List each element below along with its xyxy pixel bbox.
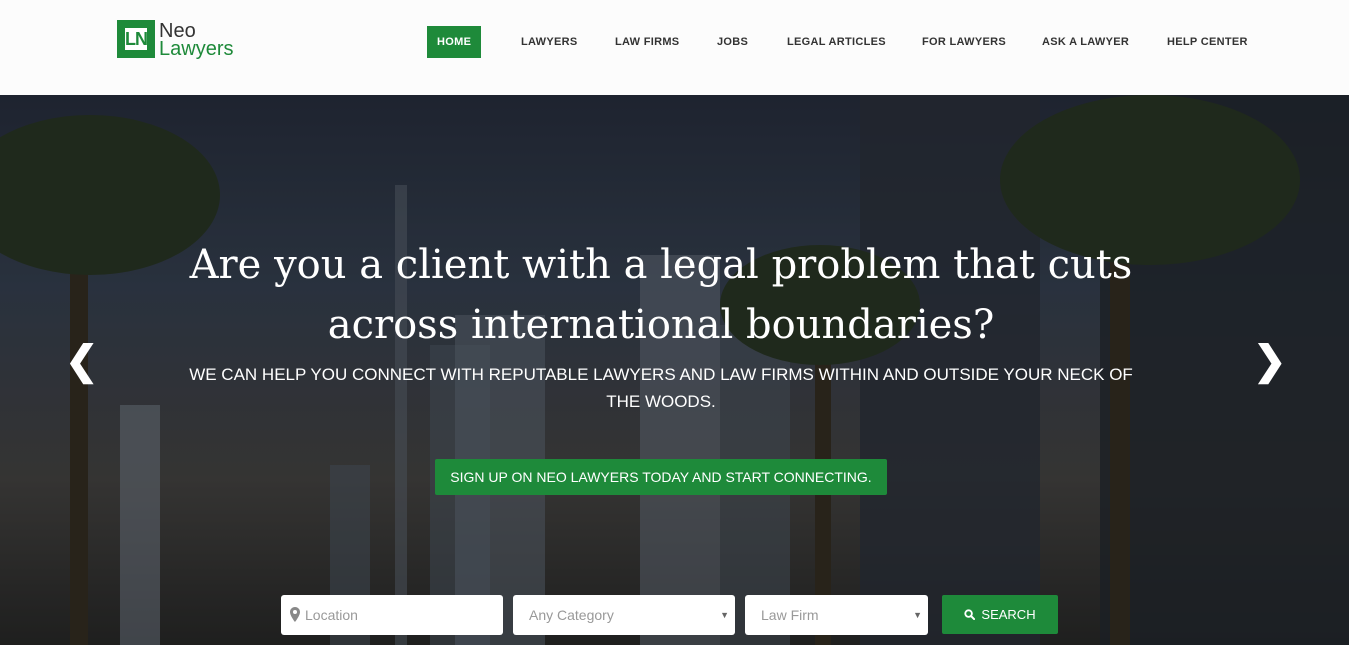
hero-subline: WE CAN HELP YOU CONNECT WITH REPUTABLE L… [189, 365, 1133, 411]
caret-down-icon: ▼ [720, 610, 729, 620]
location-input[interactable] [305, 595, 503, 635]
law-firm-select[interactable]: Law Firm ▼ [745, 595, 928, 635]
law-firm-select-value: Law Firm [761, 607, 819, 623]
nav-item-lawyers[interactable]: LAWYERS [521, 26, 578, 58]
nav-item-law-firms[interactable]: LAW FIRMS [615, 26, 679, 58]
nav-item-for-lawyers[interactable]: FOR LAWYERS [922, 26, 1006, 58]
search-button[interactable]: SEARCH [942, 595, 1058, 634]
nav-item-jobs[interactable]: JOBS [717, 26, 748, 58]
category-select[interactable]: Any Category ▼ [513, 595, 735, 635]
nav-item-help-center[interactable]: HELP CENTER [1167, 26, 1248, 58]
caret-down-icon: ▼ [913, 610, 922, 620]
logo-name-line2: Lawyers [159, 38, 234, 60]
carousel-next-button[interactable]: ❯ [1253, 341, 1287, 381]
signup-cta-button[interactable]: SIGN UP ON NEO LAWYERS TODAY AND START C… [435, 459, 887, 495]
search-button-label: SEARCH [981, 607, 1036, 622]
nav-item-home[interactable]: HOME [427, 26, 482, 58]
nav-item-legal-articles[interactable]: LEGAL ARTICLES [787, 26, 886, 58]
category-select-value: Any Category [529, 607, 614, 623]
search-icon [964, 609, 976, 621]
site-logo[interactable]: LN Neo Lawyers [117, 20, 242, 60]
chevron-left-icon: ❮ [65, 339, 99, 383]
location-field[interactable] [281, 595, 503, 635]
hero-banner: ❮ ❯ Are you a client with a legal proble… [0, 95, 1349, 645]
logo-mark-text: LN [123, 26, 149, 52]
hero-headline: Are you a client with a legal problem th… [189, 242, 1133, 348]
chevron-right-icon: ❯ [1253, 339, 1287, 383]
nav-item-ask-a-lawyer[interactable]: ASK A LAWYER [1042, 26, 1129, 58]
logo-mark: LN [117, 20, 155, 58]
site-header: LN Neo Lawyers HOME LAWYERS LAW FIRMS JO… [0, 0, 1349, 95]
carousel-prev-button[interactable]: ❮ [65, 341, 99, 381]
map-pin-icon [290, 607, 300, 622]
